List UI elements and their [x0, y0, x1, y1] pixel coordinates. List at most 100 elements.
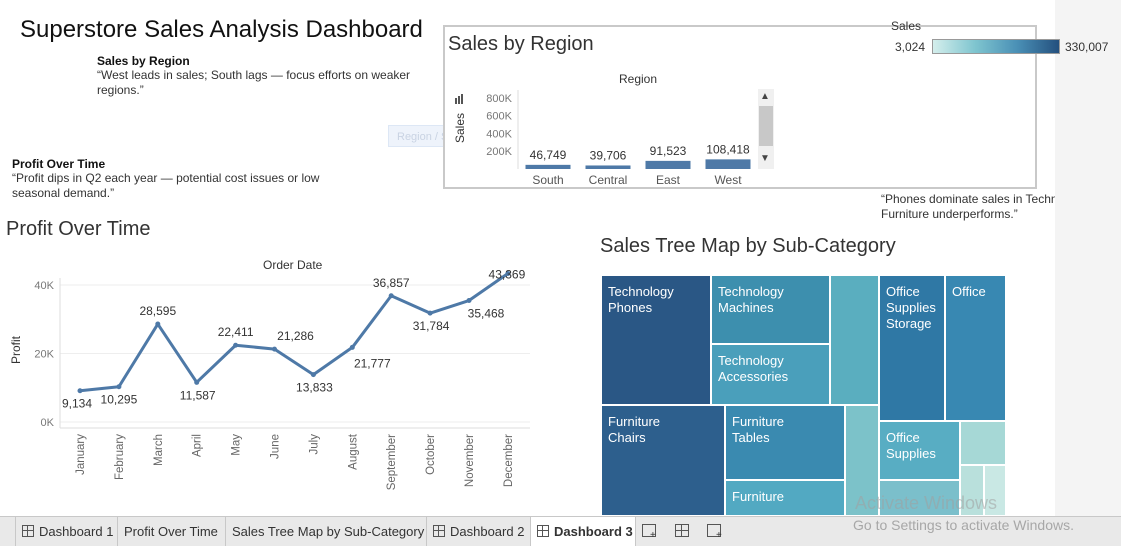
y-axis-label: Profit [9, 335, 23, 364]
x-category-label: West [714, 173, 742, 187]
treemap-tile-furniture-tables[interactable]: Furniture Tables [725, 405, 845, 480]
profit-line-chart[interactable]: 40K 20K 0K Profit 9,134 January 10,295 February… [0, 270, 560, 502]
treemap[interactable]: Technology Phones Technology Machines Techno… [601, 275, 1006, 516]
profit-point[interactable] [272, 346, 277, 352]
scroll-thumb[interactable] [759, 106, 773, 146]
sort-icon-bar [458, 96, 460, 104]
profit-point[interactable] [77, 388, 83, 394]
profit-chart-title: Profit Over Time [6, 218, 151, 240]
bar-value-label: 39,706 [590, 148, 627, 162]
x-category-label: Central [589, 173, 628, 187]
bar-value-label: 108,418 [706, 142, 750, 156]
treemap-tile-label: Office [886, 430, 920, 445]
sort-icon-bar [461, 94, 463, 104]
x-month-label: October [425, 434, 437, 475]
tab-sales-tree-map[interactable]: Sales Tree Map by Sub-Category [226, 517, 427, 546]
profit-point[interactable] [427, 310, 433, 316]
treemap-tile-furniture-other[interactable]: Furniture [725, 480, 845, 516]
x-month-label: February [114, 434, 126, 480]
treemap-tile-office-small-1[interactable] [960, 421, 1006, 465]
scroll-down-icon[interactable]: ▼ [760, 153, 770, 164]
profit-point[interactable] [310, 372, 316, 378]
profit-point[interactable] [233, 342, 239, 348]
treemap-tile-label: Office [886, 284, 920, 299]
region-bar[interactable] [645, 160, 691, 169]
ghost-sheet-label: Region / Sales [388, 125, 448, 147]
region-note-body: “West leads in sales; South lags — focus… [97, 68, 411, 97]
treemap-title: Sales Tree Map by Sub-Category [600, 235, 896, 257]
new-worksheet-icon[interactable]: + [642, 524, 656, 541]
profit-point[interactable] [388, 293, 394, 299]
x-month-label: July [308, 434, 320, 455]
treemap-tile-label: Furniture [732, 414, 785, 429]
x-category-label: East [656, 173, 681, 187]
scroll-up-icon[interactable]: ▲ [760, 91, 770, 102]
treemap-tile-label: Technology [718, 353, 784, 368]
region-bar[interactable] [705, 159, 751, 169]
y-tick-label: 600K [486, 111, 512, 123]
treemap-tile-technology-phones[interactable]: Technology Phones [601, 275, 711, 405]
treemap-tile-label: Technology [718, 284, 784, 299]
profit-point[interactable] [194, 379, 200, 385]
tab-overflow[interactable] [0, 517, 16, 546]
treemap-tile-label: Furniture [608, 414, 661, 429]
profit-point[interactable] [466, 298, 472, 304]
profit-point[interactable] [155, 321, 161, 327]
y-tick-label: 40K [34, 280, 54, 292]
profit-note-title: Profit Over Time [12, 157, 106, 171]
treemap-tile-label: Supplies [886, 300, 936, 315]
tab-dashboard-1[interactable]: Dashboard 1 [16, 517, 118, 546]
dashboard-icon [537, 525, 549, 537]
dashboard-icon [22, 525, 34, 537]
legend-title: Sales [891, 19, 922, 33]
point-value-label: 22,411 [218, 325, 254, 339]
treemap-tile-label: Furniture [732, 489, 785, 504]
treemap-tile-label: Office [952, 284, 986, 299]
region-bar[interactable] [525, 164, 571, 169]
new-story-icon[interactable]: + [707, 524, 722, 541]
y-tick-label: 400K [486, 128, 512, 140]
treemap-tile-office-supplies[interactable]: Office Supplies [879, 421, 960, 480]
tab-label: Dashboard 1 [39, 524, 114, 539]
y-tick-label: 0K [41, 417, 55, 429]
tab-label: Dashboard 3 [554, 524, 633, 539]
sort-icon[interactable] [455, 98, 457, 104]
new-dashboard-icon[interactable] [675, 524, 689, 537]
treemap-tile-label: Phones [608, 300, 653, 315]
point-value-label: 10,295 [101, 393, 138, 407]
point-value-label: 31,784 [413, 319, 450, 333]
point-value-label: 21,286 [277, 329, 314, 343]
treemap-tile-label: Technology [608, 284, 674, 299]
point-value-label: 35,468 [468, 307, 505, 321]
region-note-title: Sales by Region [97, 54, 190, 68]
region-note: Sales by Region “West leads in sales; So… [97, 54, 427, 98]
x-month-label: April [192, 434, 204, 457]
right-gutter [1055, 0, 1121, 516]
treemap-tile-technology-machines[interactable]: Technology Machines [711, 275, 830, 344]
region-bar-chart[interactable]: Sales 800K 600K 400K 200K 46,749 South 39,706 Ce… [446, 86, 786, 188]
tab-dashboard-2[interactable]: Dashboard 2 [427, 517, 531, 546]
treemap-tile-label: Machines [718, 300, 774, 315]
y-axis-label: Sales [453, 113, 467, 143]
dashboard-title: Superstore Sales Analysis Dashboard [20, 16, 423, 43]
region-scrollbar[interactable]: ▲ ▼ [758, 89, 774, 169]
treemap-tile-office-supplies-storage[interactable]: Office Supplies Storage [879, 275, 945, 421]
point-value-label: 11,587 [180, 388, 216, 402]
y-tick-label: 200K [486, 146, 512, 158]
region-chart-title: Sales by Region [448, 33, 594, 55]
treemap-tile-technology-other[interactable] [830, 275, 879, 405]
profit-point[interactable] [349, 344, 355, 350]
tab-dashboard-3[interactable]: Dashboard 3 [531, 517, 636, 546]
point-value-label: 43,369 [489, 270, 526, 281]
treemap-tile-office[interactable]: Office [945, 275, 1006, 421]
profit-point[interactable] [116, 384, 122, 390]
treemap-tile-technology-accessories[interactable]: Technology Accessories [711, 344, 830, 405]
x-month-label: May [231, 434, 243, 456]
treemap-tile-furniture-chairs[interactable]: Furniture Chairs [601, 405, 725, 516]
x-month-label: January [75, 434, 87, 475]
x-month-label: September [386, 434, 398, 490]
tab-profit-over-time[interactable]: Profit Over Time [118, 517, 226, 546]
region-bar[interactable] [585, 165, 631, 169]
x-month-label: August [347, 433, 359, 470]
x-month-label: December [503, 434, 515, 487]
